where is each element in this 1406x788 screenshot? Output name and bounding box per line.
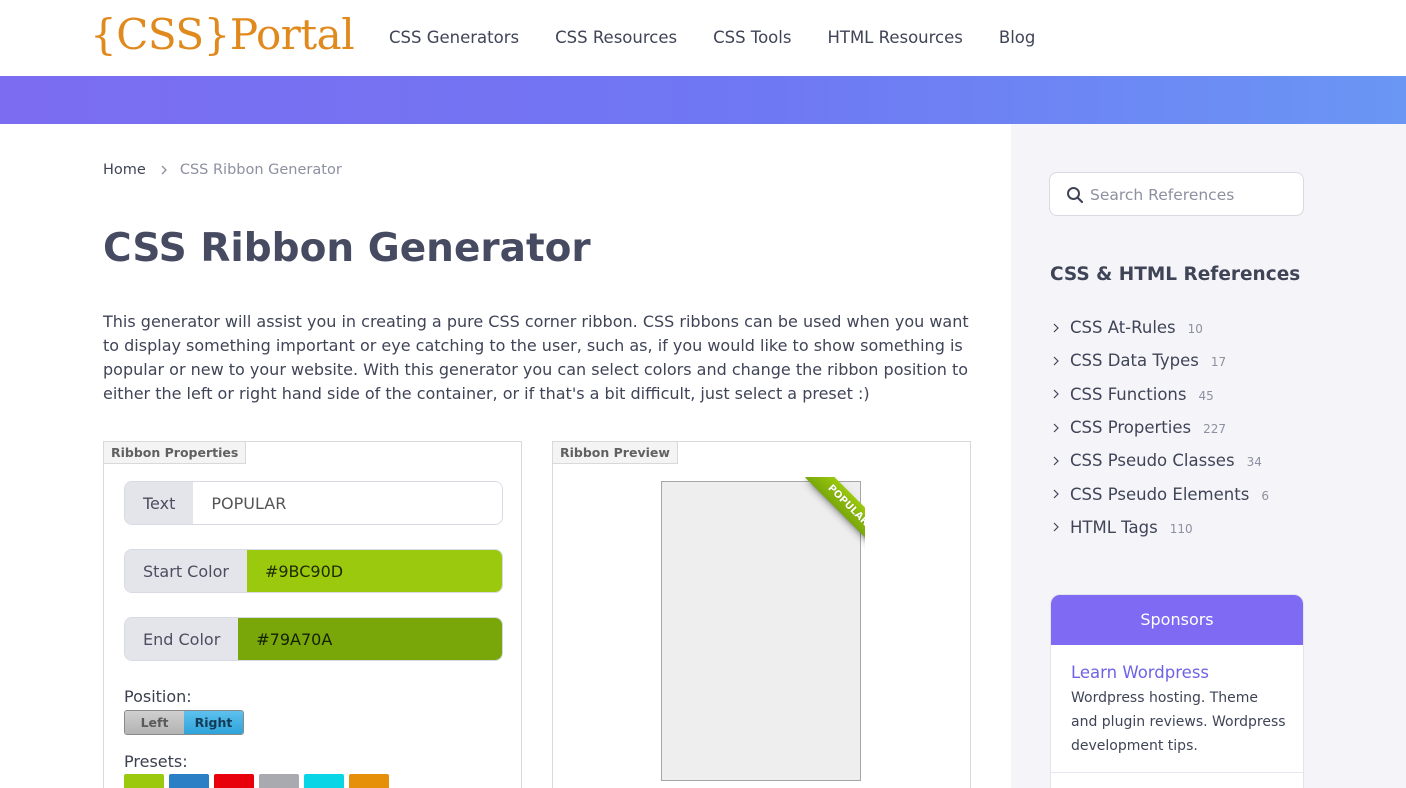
end-color-label: End Color xyxy=(125,618,239,660)
search-box xyxy=(1049,172,1304,216)
reference-item[interactable]: HTML Tags 110 xyxy=(1051,511,1269,544)
reference-item[interactable]: CSS Pseudo Elements 6 xyxy=(1051,477,1269,510)
breadcrumb-home[interactable]: Home xyxy=(103,162,146,178)
sponsors-heading: Sponsors xyxy=(1051,595,1303,645)
text-field: Text POPULAR xyxy=(124,481,503,525)
breadcrumb: Home CSS Ribbon Generator xyxy=(103,162,342,178)
chevron-right-icon xyxy=(1053,423,1059,432)
sponsor-link[interactable]: Learn Wordpress xyxy=(1071,663,1303,682)
ribbon-preview-panel: Ribbon Preview POPULAR xyxy=(552,441,971,788)
reference-count: 110 xyxy=(1169,521,1193,536)
search-icon xyxy=(1067,187,1084,204)
site-header: {CSS}Portal CSS Generators CSS Resources… xyxy=(0,0,1406,76)
reference-count: 17 xyxy=(1210,355,1227,370)
sponsors-box: Sponsors Learn Wordpress Wordpress hosti… xyxy=(1050,594,1304,788)
sponsor-description: Wordpress hosting. Theme and plugin revi… xyxy=(1071,690,1286,754)
presets-label: Presets: xyxy=(124,752,188,771)
sidebar: CSS & HTML References CSS At-Rules 10 CS… xyxy=(1011,124,1406,788)
reference-item[interactable]: CSS Functions 45 xyxy=(1051,378,1269,411)
reference-item[interactable]: CSS Pseudo Classes 34 xyxy=(1051,444,1269,477)
nav-css-generators[interactable]: CSS Generators xyxy=(389,28,519,47)
preset-swatch[interactable] xyxy=(259,774,299,788)
position-left-button[interactable]: Left xyxy=(125,711,184,734)
preset-swatch[interactable] xyxy=(124,774,164,788)
reference-item[interactable]: CSS At-Rules 10 xyxy=(1051,311,1269,344)
main-nav: CSS Generators CSS Resources CSS Tools H… xyxy=(389,28,1071,47)
end-color-input[interactable]: #79A70A xyxy=(238,618,502,660)
chevron-right-icon xyxy=(1053,522,1059,532)
preset-swatch[interactable] xyxy=(304,774,344,788)
start-color-input[interactable]: #9BC90D xyxy=(246,550,502,592)
start-color-field: Start Color #9BC90D xyxy=(124,549,503,593)
reference-item[interactable]: CSS Properties 227 xyxy=(1051,411,1269,444)
reference-count: 6 xyxy=(1261,488,1269,503)
page-title: CSS Ribbon Generator xyxy=(103,226,591,271)
ribbon-text: POPULAR xyxy=(805,477,865,549)
chevron-right-icon xyxy=(1053,323,1059,333)
nav-html-resources[interactable]: HTML Resources xyxy=(827,28,962,47)
chevron-right-icon xyxy=(1053,356,1059,366)
reference-label[interactable]: HTML Tags xyxy=(1070,518,1158,537)
nav-css-resources[interactable]: CSS Resources xyxy=(555,28,677,47)
reference-item[interactable]: CSS Data Types 17 xyxy=(1051,344,1269,377)
reference-label[interactable]: CSS Data Types xyxy=(1070,351,1199,370)
page-intro: This generator will assist you in creati… xyxy=(103,312,969,403)
ribbon-properties-panel: Ribbon Properties Text POPULAR Start Col… xyxy=(103,441,522,788)
end-color-field: End Color #79A70A xyxy=(124,617,503,661)
reference-count: 10 xyxy=(1187,322,1203,337)
corner-ribbon: POPULAR xyxy=(790,477,865,552)
site-logo[interactable]: {CSS}Portal xyxy=(90,10,355,59)
reference-label[interactable]: CSS Pseudo Classes xyxy=(1070,451,1235,470)
reference-label[interactable]: CSS Properties xyxy=(1070,418,1191,437)
panel-legend: Ribbon Preview xyxy=(552,441,678,464)
reference-label[interactable]: CSS Functions xyxy=(1070,385,1187,404)
breadcrumb-current: CSS Ribbon Generator xyxy=(179,162,342,178)
preset-swatch[interactable] xyxy=(349,774,389,788)
preview-box: POPULAR xyxy=(661,477,865,781)
reference-label[interactable]: CSS At-Rules xyxy=(1070,318,1176,337)
preset-swatch[interactable] xyxy=(169,774,209,788)
reference-count: 227 xyxy=(1203,422,1227,437)
nav-blog[interactable]: Blog xyxy=(999,28,1035,47)
references-heading: CSS & HTML References xyxy=(1050,264,1301,285)
position-toggle: Left Right xyxy=(124,710,244,735)
reference-label[interactable]: CSS Pseudo Elements xyxy=(1070,485,1249,504)
position-label: Position: xyxy=(124,687,192,706)
text-field-label: Text xyxy=(125,482,194,524)
chevron-right-icon xyxy=(1053,456,1059,466)
preset-swatch[interactable] xyxy=(214,774,254,788)
position-right-button[interactable]: Right xyxy=(184,711,243,734)
nav-css-tools[interactable]: CSS Tools xyxy=(713,28,791,47)
references-list: CSS At-Rules 10 CSS Data Types 17 CSS Fu… xyxy=(1051,311,1269,544)
chevron-right-icon xyxy=(1053,489,1059,499)
panel-legend: Ribbon Properties xyxy=(103,441,247,464)
reference-count: 34 xyxy=(1246,455,1262,470)
preset-swatches xyxy=(124,774,394,788)
start-color-label: Start Color xyxy=(125,550,247,592)
chevron-right-icon xyxy=(1053,389,1059,399)
search-input[interactable] xyxy=(1090,183,1290,207)
header-banner xyxy=(0,76,1406,124)
text-input[interactable]: POPULAR xyxy=(193,482,502,524)
reference-count: 45 xyxy=(1198,388,1214,403)
chevron-right-icon xyxy=(161,165,167,175)
divider xyxy=(1051,772,1303,773)
